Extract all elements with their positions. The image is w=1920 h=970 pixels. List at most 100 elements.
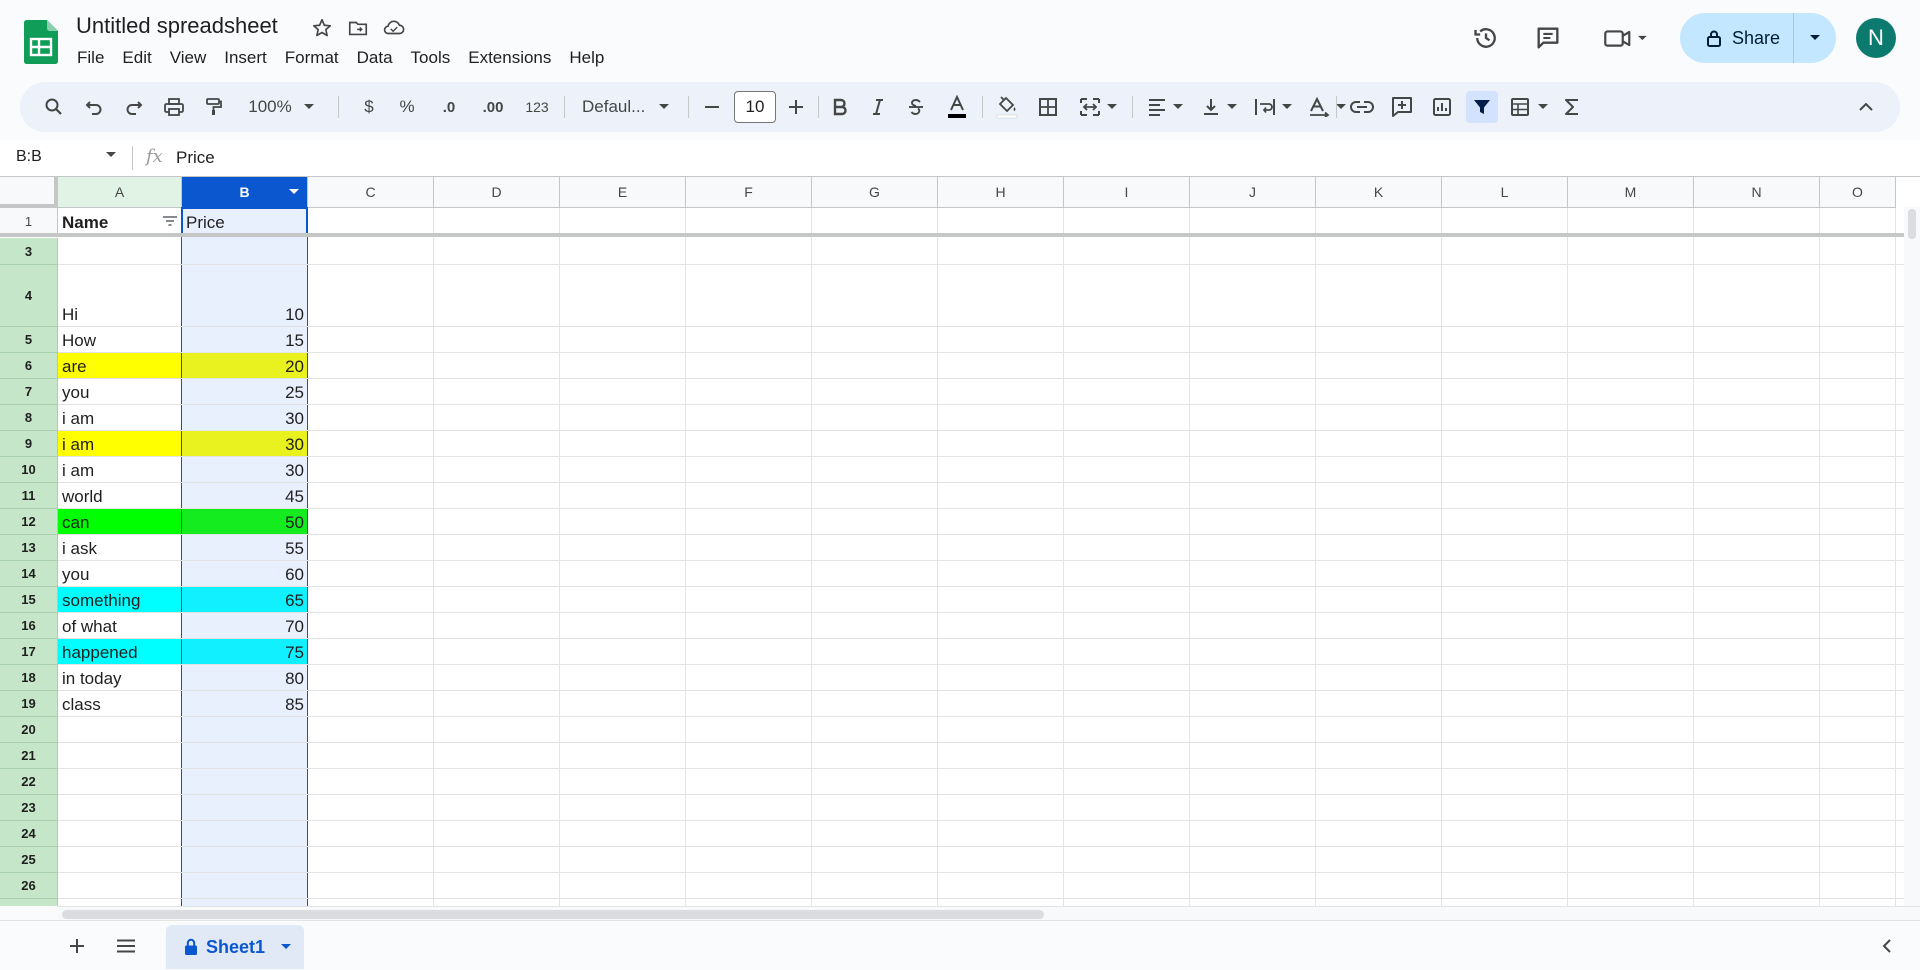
spreadsheet-grid[interactable]: ABCDEFGHIJKLMNO 1 3 4 5 6 7 8 9 10 11 12 13 14 15 16 17… [0,176,1920,906]
menu-help[interactable]: Help [560,46,613,70]
filter-icon[interactable] [1466,91,1498,123]
insert-comment-icon[interactable] [1386,91,1418,123]
cloud-saved-icon[interactable] [380,14,408,42]
fill-color-icon[interactable] [990,91,1024,123]
menu-edit[interactable]: Edit [113,46,160,70]
row-header-9[interactable]: 9 [0,431,58,457]
row-header-23[interactable]: 23 [0,795,58,821]
cell-a[interactable] [58,717,182,743]
menu-tools[interactable]: Tools [402,46,460,70]
star-icon[interactable] [308,14,336,42]
add-sheet-icon[interactable] [64,933,90,959]
row-header-19[interactable]: 19 [0,691,58,717]
cell-b[interactable] [182,847,308,873]
cell-a[interactable]: can [58,509,182,535]
row-header-22[interactable]: 22 [0,769,58,795]
percent-format-button[interactable]: % [392,91,422,123]
column-header-d[interactable]: D [434,177,560,208]
decrease-decimal-button[interactable]: .0 [432,91,466,123]
cell-a[interactable]: i am [58,405,182,431]
vertical-align-icon[interactable] [1192,91,1246,123]
cell-b[interactable] [182,821,308,847]
cell-a[interactable]: How [58,327,182,353]
cell-b[interactable]: 55 [182,535,308,561]
row-header-4[interactable]: 4 [0,265,58,327]
cell-b[interactable]: 70 [182,613,308,639]
cell-a[interactable]: in today [58,665,182,691]
meet-icon[interactable] [1598,20,1654,56]
zoom-select[interactable]: 100% [242,91,320,123]
sheet-tab[interactable]: Sheet1 [166,925,304,969]
column-header-f[interactable]: F [686,177,812,208]
column-header-g[interactable]: G [812,177,938,208]
cell-a[interactable] [58,821,182,847]
cell-b[interactable]: 60 [182,561,308,587]
cell-b[interactable]: 25 [182,379,308,405]
row-header-6[interactable]: 6 [0,353,58,379]
horizontal-scrollbar[interactable] [58,906,1920,920]
row-header-8[interactable]: 8 [0,405,58,431]
row-header-15[interactable]: 15 [0,587,58,613]
horizontal-scroll-thumb[interactable] [62,910,1044,919]
cell-b[interactable] [182,717,308,743]
row-header-16[interactable]: 16 [0,613,58,639]
cell-a[interactable]: of what [58,613,182,639]
column-header-b[interactable]: B [182,177,308,208]
sheets-logo-icon[interactable] [24,20,58,64]
column-filter-icon[interactable] [162,214,178,228]
share-button[interactable]: Share [1680,13,1794,63]
formula-input[interactable]: Price [176,148,215,168]
cell-a[interactable] [58,238,182,265]
paint-format-icon[interactable] [198,91,230,123]
column-header-k[interactable]: K [1316,177,1442,208]
all-sheets-icon[interactable] [113,933,139,959]
text-color-icon[interactable] [940,91,974,123]
cell-b[interactable] [182,743,308,769]
cell-a[interactable]: class [58,691,182,717]
cell-a[interactable] [58,795,182,821]
cell-a[interactable]: world [58,483,182,509]
row-header-21[interactable]: 21 [0,743,58,769]
cell-a[interactable] [58,847,182,873]
cell-b[interactable]: 45 [182,483,308,509]
font-size-input[interactable]: 10 [734,91,776,123]
menu-view[interactable]: View [161,46,216,70]
cell-a[interactable]: something [58,587,182,613]
cell-b[interactable]: 50 [182,509,308,535]
cell-b[interactable]: 75 [182,639,308,665]
version-history-icon[interactable] [1468,20,1504,56]
column-header-c[interactable]: C [308,177,434,208]
insert-chart-icon[interactable] [1426,91,1458,123]
cell-b[interactable]: 20 [182,353,308,379]
row-header-24[interactable]: 24 [0,821,58,847]
cell-b[interactable] [182,899,308,906]
row-header-3[interactable]: 3 [0,238,58,265]
text-wrapping-icon[interactable] [1246,91,1300,123]
strikethrough-icon[interactable] [900,91,932,123]
side-panel-toggle-icon[interactable] [1874,933,1900,959]
menu-file[interactable]: File [68,46,113,70]
merge-cells-icon[interactable] [1070,91,1126,123]
cell-b[interactable]: 30 [182,431,308,457]
avatar[interactable]: N [1856,18,1896,58]
redo-icon[interactable] [118,91,150,123]
name-box[interactable]: B:B [16,148,42,166]
cell-a[interactable]: happened [58,639,182,665]
cell-a[interactable] [58,743,182,769]
cell-a[interactable]: i am [58,431,182,457]
row-header-26[interactable]: 26 [0,873,58,899]
cell-a[interactable] [58,899,182,906]
row-header-11[interactable]: 11 [0,483,58,509]
cell-b[interactable]: 30 [182,457,308,483]
print-icon[interactable] [158,91,190,123]
cell-b[interactable] [182,873,308,899]
column-header-e[interactable]: E [560,177,686,208]
cell-b[interactable] [182,769,308,795]
cell-a-header[interactable]: Name [58,208,182,235]
column-header-n[interactable]: N [1694,177,1820,208]
cell-a[interactable]: you [58,561,182,587]
column-header-m[interactable]: M [1568,177,1694,208]
row-header-5[interactable]: 5 [0,327,58,353]
cell-a[interactable]: i am [58,457,182,483]
cell-b[interactable]: 30 [182,405,308,431]
